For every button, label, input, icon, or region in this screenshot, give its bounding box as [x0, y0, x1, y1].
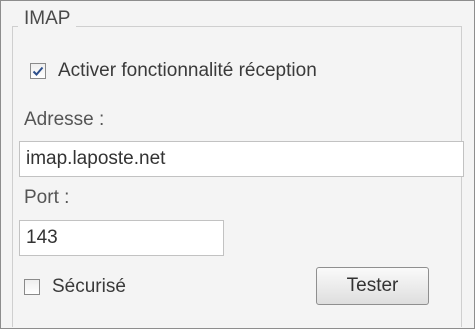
- port-input[interactable]: [19, 220, 224, 256]
- port-label: Port :: [24, 187, 70, 208]
- imap-group-title: IMAP: [18, 8, 77, 30]
- secure-label: Sécurisé: [52, 276, 126, 297]
- secure-checkbox[interactable]: [24, 279, 40, 295]
- enable-reception-label: Activer fonctionnalité réception: [58, 60, 317, 81]
- test-button[interactable]: Tester: [316, 267, 429, 305]
- enable-reception-row[interactable]: Activer fonctionnalité réception: [30, 60, 317, 82]
- address-input[interactable]: [19, 141, 464, 177]
- address-label: Adresse :: [24, 109, 105, 130]
- enable-reception-checkbox[interactable]: [30, 63, 46, 79]
- secure-row[interactable]: Sécurisé: [24, 276, 126, 298]
- checkmark-icon: [32, 66, 44, 76]
